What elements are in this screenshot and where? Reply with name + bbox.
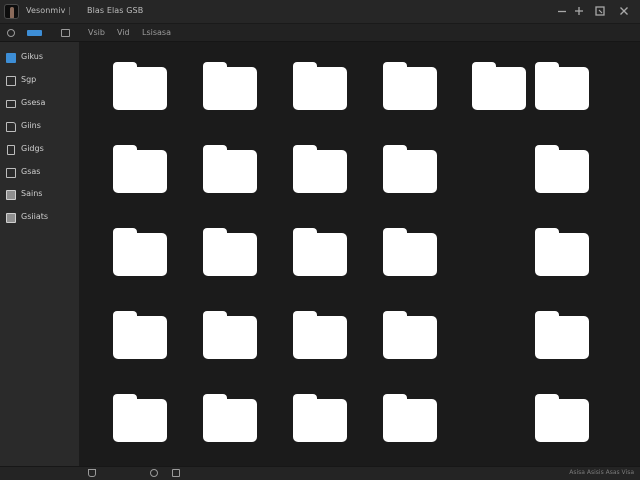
sidebar-item-label: Giins [21,121,41,130]
folder-icon[interactable] [383,228,437,276]
folder-icon[interactable] [383,311,437,359]
panel-icon[interactable] [172,469,180,477]
maximize-icon[interactable] [573,5,585,17]
toolbar-item-3[interactable]: Lsisasa [142,28,171,37]
folder-grid [80,42,640,466]
sidebar-item-1[interactable]: Gikus [0,48,80,68]
folder-icon[interactable] [113,62,167,110]
folder-icon[interactable] [383,62,437,110]
folder-icon[interactable] [535,311,589,359]
sidebar-item-label: Gsesa [21,98,46,107]
toolbar-item-1[interactable]: Vsib [88,28,105,37]
box-filled-icon [6,213,16,223]
sidebar-item-label: Gidgs [21,144,44,153]
minimize-icon[interactable] [556,5,568,17]
box-icon [6,168,16,178]
folder-icon[interactable] [535,228,589,276]
folder-icon[interactable] [293,62,347,110]
status-text: Asisa Asisis Asas Visa [569,469,634,476]
folder-icon[interactable] [293,394,347,442]
card-icon [6,100,16,108]
folder-icon[interactable] [113,228,167,276]
folder-icon[interactable] [383,145,437,193]
square-icon [6,76,16,86]
folder-icon[interactable] [293,228,347,276]
folder-icon[interactable] [383,394,437,442]
close-icon[interactable] [618,5,630,17]
sidebar-item-label: Gsas [21,167,41,176]
folder-icon[interactable] [113,394,167,442]
folder-icon[interactable] [535,394,589,442]
sidebar-item-label: Sains [21,189,43,198]
sidebar-item-6[interactable]: Gsas [0,163,80,183]
toolbar-item-2[interactable]: Vid [117,28,130,37]
view-toggle-icon[interactable] [27,30,42,36]
sidebar-item-5[interactable]: Gidgs [0,140,80,160]
file-icon [7,145,15,155]
filter-icon[interactable] [88,469,96,477]
status-bar: Asisa Asisis Asas Visa [0,466,640,480]
sidebar-item-4[interactable]: Giins [0,117,80,137]
sidebar: Gikus Sgp Gsesa Giins Gidgs Gsas Sains G… [0,42,80,466]
folder-icon[interactable] [203,228,257,276]
folder-icon[interactable] [293,145,347,193]
folder-icon[interactable] [472,62,526,110]
window-title-left: Vesonmiv | [26,6,71,15]
folder-icon [6,122,16,132]
sidebar-item-7[interactable]: Sains [0,185,80,205]
sidebar-item-2[interactable]: Sgp [0,71,80,91]
folder-icon[interactable] [203,394,257,442]
sidebar-item-8[interactable]: Gsiiats [0,208,80,228]
box-filled-icon [6,190,16,200]
folder-icon[interactable] [535,62,589,110]
folder-icon[interactable] [113,311,167,359]
folder-icon[interactable] [203,311,257,359]
sidebar-item-label: Sgp [21,75,37,84]
layout-icon[interactable] [61,29,70,37]
folder-icon[interactable] [203,145,257,193]
sidebar-item-label: Gikus [21,52,44,61]
app-icon [4,4,19,19]
folder-icon[interactable] [293,311,347,359]
folder-icon[interactable] [535,145,589,193]
chat-icon[interactable] [150,469,158,477]
folder-icon[interactable] [113,145,167,193]
toolbar: Vsib Vid Lsisasa [0,24,640,42]
window-title: Blas Elas GSB [87,6,144,15]
sidebar-item-3[interactable]: Gsesa [0,94,80,114]
title-bar: Vesonmiv | Blas Elas GSB [0,0,640,24]
folder-icon[interactable] [203,62,257,110]
restore-icon[interactable] [594,5,606,17]
checkbox-icon [6,53,16,63]
search-icon[interactable] [7,29,15,37]
sidebar-item-label: Gsiiats [21,212,49,221]
